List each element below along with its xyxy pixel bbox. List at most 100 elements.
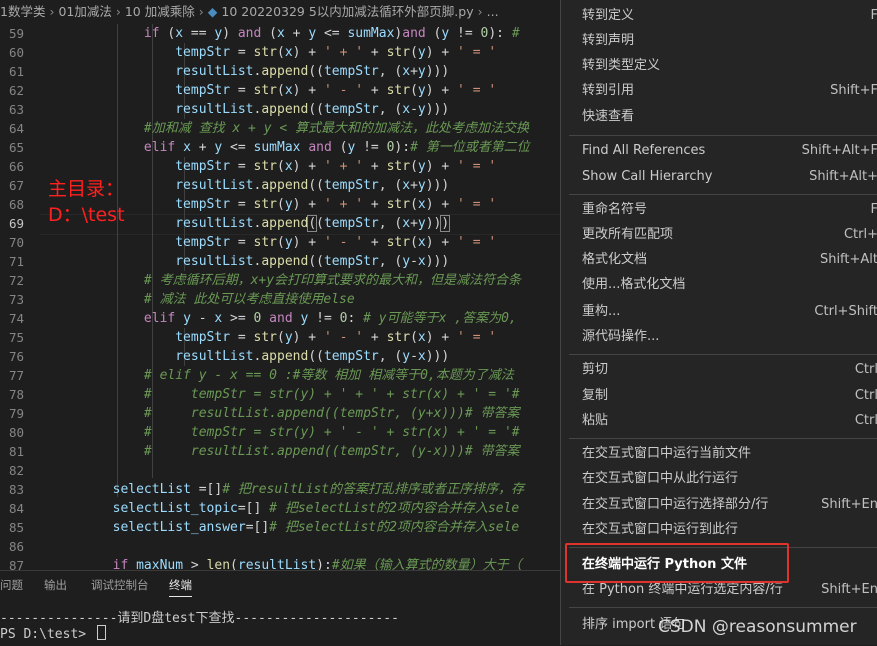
line-number: 60 (8, 45, 24, 60)
line-number: 70 (8, 235, 24, 250)
menu-shortcut: Shift+Alt (819, 252, 877, 267)
menu-shortcut: Shift+En (821, 497, 877, 512)
breadcrumb-item[interactable]: 10 20220329 5以内加减法循环外部页脚.py (221, 4, 473, 19)
code-line: resultList.append((tempStr, (y-x))) (175, 254, 450, 269)
menu-item-cut[interactable]: 剪切 (582, 359, 608, 381)
menu-item-run-file-interactive[interactable]: 在交互式窗口中运行当前文件 (582, 443, 751, 465)
menu-item-go-to-type-definition[interactable]: 转到类型定义 (582, 55, 660, 77)
menu-item-paste[interactable]: 粘贴 (582, 410, 608, 432)
code-line: if (x == y) and (x + y <= sumMax)and (y … (143, 26, 520, 41)
chevron-right-icon: › (477, 4, 483, 19)
code-line: selectList =[]# 把resultList的答案打乱排序或者正序排序… (112, 482, 525, 497)
line-number: 82 (8, 463, 24, 478)
code-line: tempStr = str(x) + ' + ' + str(y) + ' = … (175, 45, 497, 60)
tab-problems[interactable]: 问题 (0, 577, 23, 593)
tab-output[interactable]: 输出 (44, 577, 67, 593)
chevron-right-icon: › (49, 4, 55, 19)
line-number: 80 (8, 425, 24, 440)
code-line: tempStr = str(y) + ' - ' + str(x) + ' = … (175, 235, 497, 250)
terminal-output-line: ---------------请到D盘test下查找--------------… (0, 611, 399, 626)
line-number: 86 (8, 539, 24, 554)
line-number: 81 (8, 444, 24, 459)
menu-item-show-call-hierarchy[interactable]: Show Call Hierarchy (582, 166, 712, 188)
menu-item-refactor[interactable]: 重构... (582, 301, 620, 323)
menu-item-format-document-with[interactable]: 使用...格式化文档 (582, 274, 685, 296)
menu-item-peek[interactable]: 快速查看 (582, 106, 634, 128)
menu-shortcut: Ctrl (854, 388, 877, 403)
code-line: elif x + y <= sumMax and (y != 0):# 第一位或… (143, 140, 530, 155)
menu-separator (569, 354, 877, 355)
line-number: 79 (8, 406, 24, 421)
menu-shortcut: Ctrl+ (843, 227, 877, 242)
menu-item-rename-symbol[interactable]: 重命名符号 (582, 199, 647, 221)
line-number: 72 (8, 273, 24, 288)
line-number: 87 (8, 558, 24, 570)
menu-item-run-selection-interactive[interactable]: 在交互式窗口中运行选择部分/行 (582, 494, 768, 516)
code-line: resultList.append((tempStr, (x+y))) (175, 64, 450, 79)
menu-item-run-to-line-interactive[interactable]: 在交互式窗口中运行到此行 (582, 519, 738, 541)
menu-shortcut: Shift+En (821, 582, 877, 597)
menu-shortcut: F (871, 199, 877, 221)
code-line: if maxNum > len(resultList):#如果（输入算式的数量）… (112, 558, 522, 570)
line-number: 84 (8, 501, 24, 516)
terminal-prompt[interactable]: PS D:\test> (0, 625, 106, 642)
menu-shortcut: Shift+Alt+F (801, 143, 877, 158)
breadcrumb-item[interactable]: 1数学类 (0, 4, 45, 19)
menu-separator (569, 438, 877, 439)
terminal-prompt-text: PS D:\test> (0, 627, 94, 642)
line-number: 67 (8, 178, 24, 193)
code-line: selectList_answer=[]# 把selectList的2项内容合并… (112, 520, 520, 535)
menu-item-source-action[interactable]: 源代码操作... (582, 326, 659, 348)
code-line: # elif y - x == 0 :#等数 相加 相减等于0,本题为了减法 (143, 368, 514, 383)
code-line: #加和减 查找 x + y < 算式最大和的加减法，此处考虑加法交换 (143, 121, 530, 136)
python-file-icon: ◆ (207, 4, 218, 19)
menu-item-find-all-references[interactable]: Find All References (582, 140, 705, 162)
breadcrumb-item[interactable]: 01加减法 (58, 4, 111, 19)
line-number: 61 (8, 64, 24, 79)
menu-separator (569, 607, 877, 608)
code-line: # 减法 此处可以考虑直接使用else (143, 292, 355, 307)
code-line: tempStr = str(y) + ' - ' + str(x) + ' = … (175, 330, 497, 345)
code-line: tempStr = str(x) + ' + ' + str(y) + ' = … (175, 159, 497, 174)
code-line: # tempStr = str(y) + ' + ' + str(x) + ' … (143, 387, 520, 402)
code-editor[interactable]: 59 60 61 62 63 64 65 66 67 68 69 70 71 7… (0, 24, 560, 570)
chevron-right-icon: › (115, 4, 121, 19)
menu-item-go-to-definition[interactable]: 转到定义 (582, 5, 634, 27)
menu-shortcut: Ctrl+Shift (814, 304, 877, 319)
line-number: 65 (8, 140, 24, 155)
line-number: 73 (8, 292, 24, 307)
breadcrumb-item[interactable]: 10 加减乘除 (125, 4, 195, 19)
line-number: 76 (8, 349, 24, 364)
menu-item-go-to-declaration[interactable]: 转到声明 (582, 30, 634, 52)
line-number: 85 (8, 520, 24, 535)
menu-shortcut: Ctrl (854, 362, 877, 377)
code-line: resultList.append((tempStr, (y-x))) (175, 349, 450, 364)
menu-item-change-all-occurrences[interactable]: 更改所有匹配项 (582, 224, 673, 246)
breadcrumb-item[interactable]: ... (487, 4, 499, 19)
breadcrumb: 1数学类 › 01加减法 › 10 加减乘除 › ◆ 10 20220329 5以内加减法循环… (0, 0, 560, 25)
line-number: 59 (8, 26, 24, 41)
menu-shortcut: F (871, 5, 877, 27)
menu-shortcut: Ctrl (854, 413, 877, 428)
menu-item-go-to-references[interactable]: 转到引用 (582, 80, 634, 102)
menu-item-run-from-line-interactive[interactable]: 在交互式窗口中从此行运行 (582, 468, 738, 490)
tab-debug-console[interactable]: 调试控制台 (91, 577, 149, 593)
chevron-right-icon: › (198, 4, 204, 19)
bottom-panel: 问题 输出 调试控制台 终端 ---------------请到D盘test下查… (0, 570, 560, 646)
line-number: 62 (8, 83, 24, 98)
line-number: 71 (8, 254, 24, 269)
tab-terminal[interactable]: 终端 (169, 577, 192, 597)
annotation-text: 主目录： D：\test (48, 178, 125, 226)
highlight-box (565, 543, 789, 583)
line-number: 77 (8, 368, 24, 383)
menu-item-copy[interactable]: 复制 (582, 385, 608, 407)
code-line: # resultList.append((tempStr, (y+x)))# 带… (143, 406, 520, 421)
code-line: tempStr = str(x) + ' - ' + str(y) + ' = … (175, 83, 497, 98)
menu-separator (569, 194, 877, 195)
code-line: # tempStr = str(y) + ' - ' + str(x) + ' … (143, 425, 520, 440)
menu-item-format-document[interactable]: 格式化文档 (582, 249, 647, 271)
code-line: resultList.append((tempStr, (x-y))) (175, 102, 450, 117)
menu-separator (569, 135, 877, 136)
